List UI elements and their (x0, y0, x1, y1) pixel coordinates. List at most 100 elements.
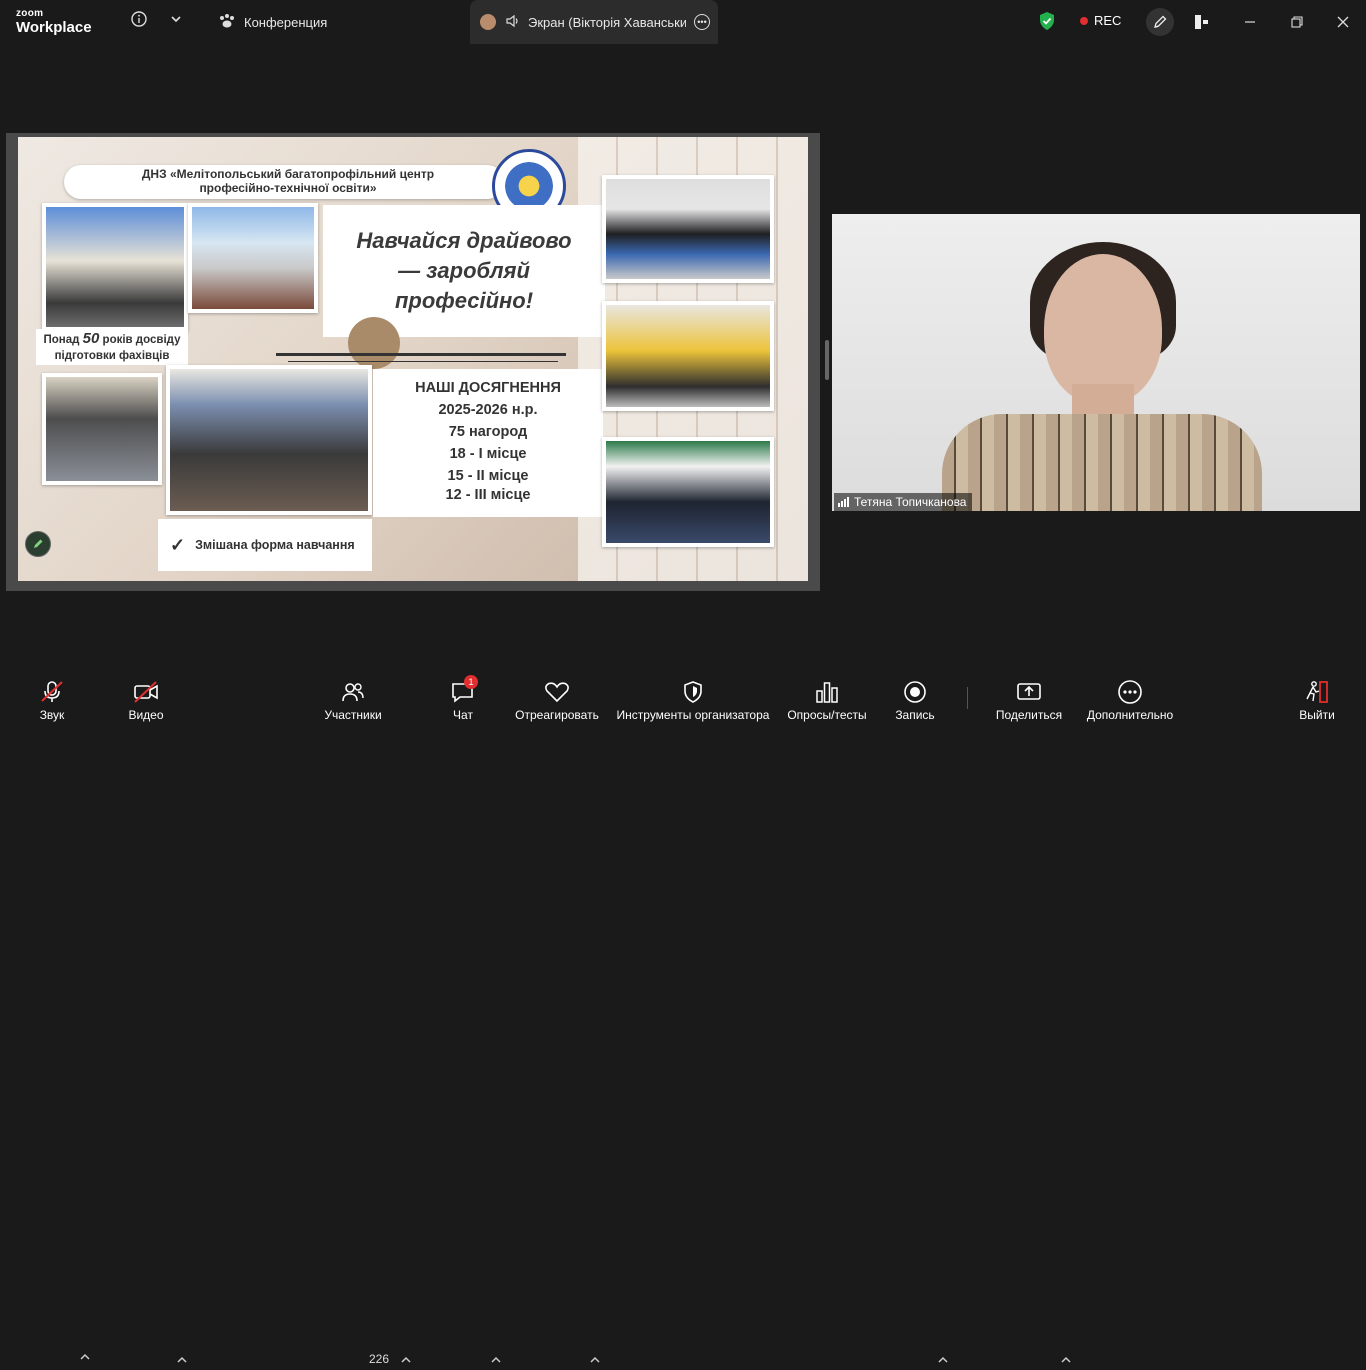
minimize-icon[interactable] (1238, 10, 1262, 34)
more-button[interactable]: Дополнительно (1084, 669, 1176, 728)
tab-screen-share[interactable]: Экран (Вікторія Хаванських) ••• (470, 0, 718, 44)
info-icon[interactable] (130, 10, 148, 28)
share-screen-button[interactable]: Поделиться (994, 669, 1064, 728)
participant-figure-face (1044, 254, 1162, 404)
record-options-chevron-icon[interactable] (938, 1352, 948, 1370)
achievements-total: 75 нагород (448, 424, 528, 440)
slide-header-text: ДНЗ «Мелітопольський багатопрофільний це… (141, 167, 435, 195)
avatar (480, 14, 496, 30)
more-options-icon[interactable]: ••• (694, 14, 710, 30)
mixed-form-box: ✓ Змішана форма навчання (158, 519, 372, 571)
mixed-form-label: Змішана форма навчання (195, 538, 355, 552)
tab-conference[interactable]: Конференция (218, 0, 458, 44)
decorative-line-thin (288, 361, 558, 362)
photo-building (188, 203, 318, 313)
polls-button[interactable]: Опросы/тесты (785, 669, 869, 728)
video-label: Видео (128, 708, 164, 722)
logo-bottom-text: Workplace (16, 19, 92, 36)
achievements-first: 18 - І місце (449, 446, 527, 462)
motto-line-1: Навчайся драйвово (356, 228, 572, 253)
chat-label: Чат (453, 708, 473, 722)
participant-name: Тетяна Топичканова (854, 495, 967, 509)
chat-unread-badge: 1 (464, 675, 478, 689)
logo-top-text: zoom (16, 8, 44, 19)
motto-line-2: — заробляй (398, 258, 530, 283)
share-screen-icon (1016, 677, 1042, 707)
tab-conference-label: Конференция (244, 14, 328, 30)
presentation-slide: ДНЗ «Мелітопольський багатопрофільний це… (18, 137, 808, 581)
photo-graduates (42, 203, 188, 331)
audio-options-chevron-icon[interactable] (80, 1352, 90, 1365)
more-label: Дополнительно (1086, 708, 1174, 722)
participant-name-tag: Тетяна Топичканова (834, 493, 973, 511)
chat-options-chevron-icon[interactable] (491, 1352, 501, 1370)
host-tools-label: Инструменты организатора (616, 708, 770, 722)
mic-muted-icon (39, 677, 65, 707)
pen-icon (34, 539, 43, 548)
rec-label: REC (1094, 13, 1122, 28)
record-button[interactable]: Запись (893, 669, 937, 728)
tab-screen-label: Экран (Вікторія Хаванських) (528, 14, 686, 30)
annotate-button[interactable] (1146, 8, 1174, 36)
photo-team-flag (602, 175, 774, 283)
achievements-second: 15 - ІІ місце (447, 468, 529, 484)
meeting-toolbar: Звук Видео Участники 226 1 Чат Отреагиро… (0, 669, 1366, 1366)
motto-line-3: професійно! (394, 288, 534, 313)
participant-figure-body (942, 414, 1262, 511)
side-panel-icon[interactable] (1190, 10, 1214, 34)
chat-button[interactable]: 1 Чат (448, 669, 478, 728)
video-button[interactable]: Видео (124, 669, 168, 728)
signal-strength-icon (838, 497, 849, 507)
react-label: Отреагировать (515, 708, 599, 722)
photo-team-trophies (602, 437, 774, 547)
speaker-icon (506, 14, 520, 31)
photo-award-students (42, 373, 162, 485)
caption-text: Понад (43, 334, 83, 346)
leave-label: Выйти (1299, 708, 1335, 722)
share-label: Поделиться (995, 708, 1063, 722)
audio-label: Звук (39, 708, 65, 722)
participants-options-chevron-icon[interactable] (401, 1352, 411, 1370)
share-options-chevron-icon[interactable] (1061, 1352, 1071, 1370)
chevron-down-icon[interactable] (168, 11, 184, 27)
participant-video[interactable] (832, 214, 1360, 511)
record-icon (903, 677, 927, 707)
people-icon (341, 677, 365, 707)
pencil-icon (1154, 15, 1167, 28)
paw-icon (218, 13, 236, 32)
participants-label: Участники (324, 708, 382, 722)
resize-handle[interactable] (825, 340, 829, 380)
more-dots-icon (1117, 677, 1143, 707)
photo-team-yellow (602, 301, 774, 411)
achievements-title: НАШІ ДОСЯГНЕННЯ (415, 380, 561, 396)
video-options-chevron-icon[interactable] (177, 1352, 187, 1370)
decorative-line (276, 353, 566, 356)
achievements-third: 12 - ІІІ місце (445, 487, 531, 503)
bar-chart-icon (815, 677, 839, 707)
audio-button[interactable]: Звук (30, 669, 74, 728)
restore-icon[interactable] (1285, 10, 1309, 34)
achievements-box: НАШІ ДОСЯГНЕННЯ 2025-2026 н.р. 75 нагоро… (373, 369, 603, 517)
annotation-pen-button[interactable] (25, 531, 51, 557)
shared-screen[interactable]: ДНЗ «Мелітопольський багатопрофільний це… (6, 133, 820, 591)
record-label: Запись (895, 708, 935, 722)
leave-button[interactable]: Выйти (1296, 669, 1338, 728)
host-tools-button[interactable]: Инструменты организатора (614, 669, 772, 728)
react-button[interactable]: Отреагировать (514, 669, 600, 728)
achievements-year: 2025-2026 н.р. (438, 402, 538, 418)
shield-icon (682, 677, 704, 707)
chat-bubble-icon: 1 (450, 675, 478, 707)
recording-indicator[interactable]: REC (1080, 13, 1121, 28)
heart-icon (544, 677, 570, 707)
caption-text-2: років досвіду (99, 334, 181, 346)
participants-button[interactable]: Участники (322, 669, 384, 728)
close-icon[interactable] (1331, 10, 1355, 34)
title-bar: zoom Workplace Конференция Экран (Віктор… (0, 0, 1366, 44)
polls-label: Опросы/тесты (787, 708, 867, 722)
checkmark-icon: ✓ (170, 534, 186, 555)
photo-caption-experience: Понад 50 років досвіду підготовки фахівц… (36, 329, 188, 365)
rec-dot-icon (1080, 16, 1088, 25)
caption-text-3: підготовки фахівців (54, 350, 170, 362)
shield-icon[interactable] (1038, 11, 1056, 31)
react-options-chevron-icon[interactable] (590, 1352, 600, 1370)
